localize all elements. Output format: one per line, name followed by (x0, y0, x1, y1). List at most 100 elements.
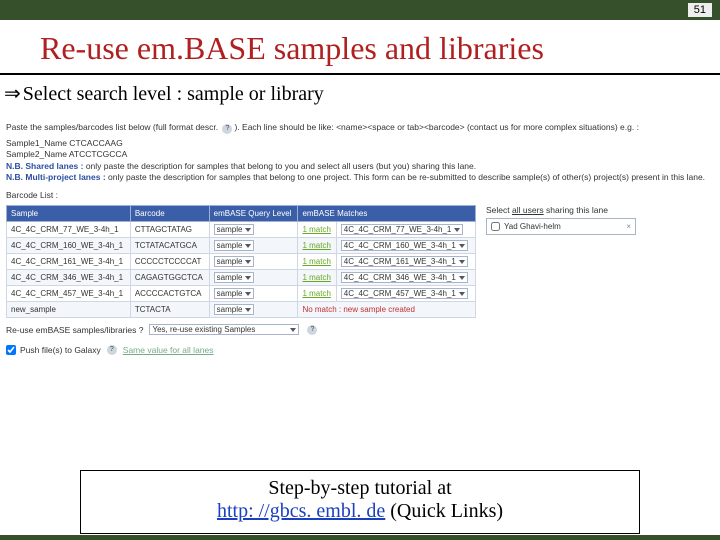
cell-query: sample (209, 270, 298, 286)
cell-sample: 4C_4C_CRM_77_WE_3-4h_1 (7, 222, 131, 238)
slide-title: Re-use em.BASE samples and libraries (40, 30, 720, 67)
table-row: 4C_4C_CRM_77_WE_3-4h_1CTTAGCTATAGsample1… (7, 222, 476, 238)
table-row: 4C_4C_CRM_346_WE_3-4h_1CAGAGTGGCTCAsampl… (7, 270, 476, 286)
match-link[interactable]: 1 match (302, 273, 330, 282)
example-line-2: Sample2_Name ATCCTCGCCA (6, 149, 714, 160)
reuse-select[interactable]: Yes, re-use existing Samples (149, 324, 299, 335)
query-level-value: sample (217, 289, 243, 298)
match-value: 4C_4C_CRM_161_WE_3-4h_1 (344, 257, 456, 266)
cell-barcode: CAGAGTGGCTCA (130, 270, 209, 286)
table-row: 4C_4C_CRM_161_WE_3-4h_1CCCCCTCCCCATsampl… (7, 254, 476, 270)
match-value: 4C_4C_CRM_160_WE_3-4h_1 (344, 241, 456, 250)
tutorial-link[interactable]: http: //gbcs. embl. de (217, 500, 385, 522)
cell-barcode: CTTAGCTATAG (130, 222, 209, 238)
th-query: emBASE Query Level (209, 206, 298, 222)
match-link[interactable]: 1 match (302, 257, 330, 266)
match-select[interactable]: 4C_4C_CRM_77_WE_3-4h_1 (341, 224, 464, 235)
push-checkbox[interactable] (6, 345, 16, 355)
user-checkbox[interactable] (491, 222, 500, 231)
footer-line-1: Step-by-step tutorial at (89, 477, 631, 500)
query-level-value: sample (217, 273, 243, 282)
query-level-value: sample (217, 257, 243, 266)
chevron-down-icon (459, 244, 465, 248)
chevron-down-icon (290, 328, 296, 332)
query-level-select[interactable]: sample (214, 288, 255, 299)
nb-shared-text: only paste the description for samples t… (83, 161, 476, 171)
chevron-down-icon (459, 292, 465, 296)
match-value: 4C_4C_CRM_457_WE_3-4h_1 (344, 289, 456, 298)
cell-sample: new_sample (7, 302, 131, 318)
chevron-down-icon (245, 244, 251, 248)
select-users-a: Select (486, 205, 512, 215)
chevron-down-icon (245, 260, 251, 264)
subtitle-prefix: Select (23, 83, 72, 105)
table-row: new_sampleTCTACTAsampleNo match : new sa… (7, 302, 476, 318)
bottom-strip (0, 535, 720, 540)
cell-barcode: CCCCCTCCCCAT (130, 254, 209, 270)
cell-barcode: TCTATACATGCA (130, 238, 209, 254)
help-icon[interactable]: ? (222, 124, 232, 134)
title-area: Re-use em.BASE samples and libraries (0, 20, 720, 75)
match-value: 4C_4C_CRM_346_WE_3-4h_1 (344, 273, 456, 282)
push-label: Push file(s) to Galaxy (20, 345, 101, 355)
cell-sample: 4C_4C_CRM_161_WE_3-4h_1 (7, 254, 131, 270)
cell-match-value: 4C_4C_CRM_160_WE_3-4h_1 (336, 238, 475, 254)
query-level-value: sample (217, 241, 243, 250)
x-icon[interactable]: × (626, 222, 631, 231)
cell-sample: 4C_4C_CRM_457_WE_3-4h_1 (7, 286, 131, 302)
match-select[interactable]: 4C_4C_CRM_346_WE_3-4h_1 (341, 272, 468, 283)
table-row: 4C_4C_CRM_457_WE_3-4h_1ACCCCACTGTCAsampl… (7, 286, 476, 302)
match-link[interactable]: 1 match (302, 241, 330, 250)
slide-subtitle: ⇒Select search level : sample or library (0, 75, 720, 110)
no-match-text: No match : new sample created (302, 305, 415, 314)
user-select-box[interactable]: Yad Ghavi-helm × (486, 218, 636, 235)
match-select[interactable]: 4C_4C_CRM_457_WE_3-4h_1 (341, 288, 468, 299)
chevron-down-icon (459, 276, 465, 280)
match-select[interactable]: 4C_4C_CRM_161_WE_3-4h_1 (341, 256, 468, 267)
instr-after: ). Each line should be like: <name><spac… (234, 122, 638, 132)
nb-shared-label: N.B. Shared lanes : (6, 161, 83, 171)
instructions-block: Paste the samples/barcodes list below (f… (6, 122, 714, 201)
th-matches: emBASE Matches (298, 206, 476, 222)
footer-line-2-rest: (Quick Links) (385, 500, 503, 522)
cell-match-value: 4C_4C_CRM_346_WE_3-4h_1 (336, 270, 475, 286)
query-level-select[interactable]: sample (214, 304, 255, 315)
query-level-select[interactable]: sample (214, 272, 255, 283)
samples-table: Sample Barcode emBASE Query Level emBASE… (6, 205, 476, 318)
chevron-down-icon (245, 292, 251, 296)
match-select[interactable]: 4C_4C_CRM_160_WE_3-4h_1 (341, 240, 468, 251)
same-value-link[interactable]: Same value for all lanes (123, 345, 214, 355)
right-column: Select all users sharing this lane Yad G… (486, 205, 714, 235)
select-users-b: all users (512, 205, 544, 215)
cell-query: sample (209, 238, 298, 254)
match-link[interactable]: 1 match (302, 289, 330, 298)
cell-match-value: 4C_4C_CRM_457_WE_3-4h_1 (336, 286, 475, 302)
cell-match-count: 1 match (298, 286, 336, 302)
reuse-label: Re-use emBASE samples/libraries ? (6, 325, 143, 335)
embedded-screenshot: Paste the samples/barcodes list below (f… (6, 122, 714, 355)
query-level-select[interactable]: sample (214, 224, 255, 235)
nb-multi-text: only paste the description for samples t… (106, 172, 705, 182)
help-icon[interactable]: ? (107, 345, 117, 355)
th-barcode: Barcode (130, 206, 209, 222)
cell-match-value: 4C_4C_CRM_161_WE_3-4h_1 (336, 254, 475, 270)
chevron-down-icon (245, 228, 251, 232)
nb-multi-label: N.B. Multi-project lanes : (6, 172, 106, 182)
cell-sample: 4C_4C_CRM_346_WE_3-4h_1 (7, 270, 131, 286)
match-link[interactable]: 1 match (302, 225, 330, 234)
cell-match-count: 1 match (298, 270, 336, 286)
cell-match-count: 1 match (298, 238, 336, 254)
chevron-down-icon (454, 228, 460, 232)
help-icon[interactable]: ? (307, 325, 317, 335)
paste-instructions: Paste the samples/barcodes list below (f… (6, 122, 714, 134)
top-bar: 51 (0, 0, 720, 20)
query-level-select[interactable]: sample (214, 256, 255, 267)
nb-multi: N.B. Multi-project lanes : only paste th… (6, 172, 714, 183)
cell-query: sample (209, 222, 298, 238)
cell-match-count: 1 match (298, 222, 336, 238)
cell-barcode: ACCCCACTGTCA (130, 286, 209, 302)
query-level-select[interactable]: sample (214, 240, 255, 251)
th-sample: Sample (7, 206, 131, 222)
footer-box: Step-by-step tutorial at http: //gbcs. e… (80, 470, 640, 534)
cell-query: sample (209, 286, 298, 302)
